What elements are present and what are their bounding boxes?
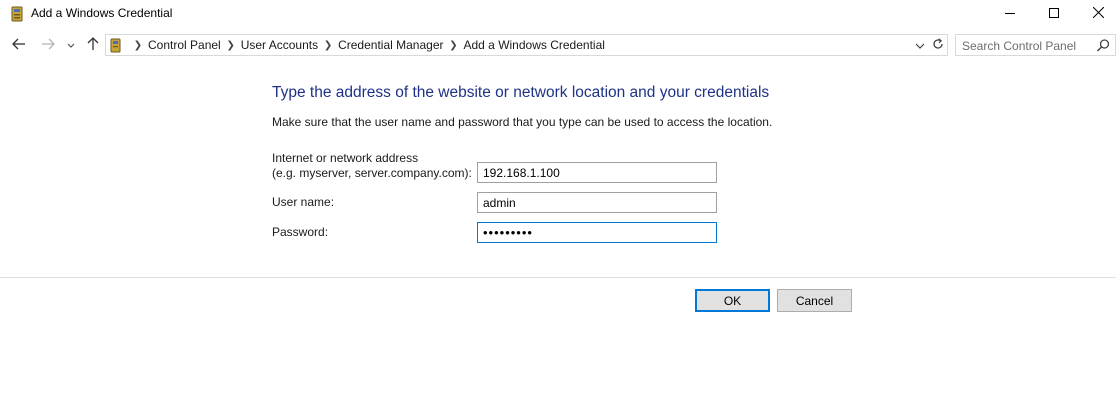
back-arrow-icon: [12, 38, 26, 53]
page-title: Type the address of the website or netwo…: [272, 84, 770, 101]
breadcrumb-separator-icon[interactable]: ❯: [128, 40, 148, 51]
breadcrumb-separator-icon[interactable]: ❯: [444, 40, 464, 51]
maximize-button[interactable]: [1031, 0, 1077, 28]
instruction-text: Make sure that the user name and passwor…: [272, 115, 773, 129]
forward-arrow-icon: [41, 38, 55, 53]
breadcrumb-add-windows-credential[interactable]: Add a Windows Credential: [464, 38, 605, 52]
navigation-bar: ❯ Control Panel ❯ User Accounts ❯ Creden…: [0, 30, 1116, 60]
breadcrumb-separator-icon[interactable]: ❯: [318, 40, 338, 51]
back-button[interactable]: [10, 36, 28, 54]
close-icon: [1092, 6, 1104, 21]
chevron-down-icon: [915, 38, 925, 52]
address-label-line1: Internet or network address: [272, 151, 419, 165]
minimize-button[interactable]: [987, 0, 1033, 28]
up-button[interactable]: [84, 36, 102, 54]
search-input[interactable]: [962, 38, 1090, 53]
breadcrumb-separator-icon[interactable]: ❯: [221, 40, 241, 51]
address-bar[interactable]: ❯ Control Panel ❯ User Accounts ❯ Creden…: [105, 34, 948, 56]
breadcrumb-credential-manager[interactable]: Credential Manager: [338, 38, 443, 52]
refresh-button[interactable]: [929, 36, 947, 54]
breadcrumb-user-accounts[interactable]: User Accounts: [241, 38, 318, 52]
control-panel-icon: [109, 38, 122, 53]
password-field[interactable]: [477, 222, 717, 243]
minimize-icon: [1005, 7, 1015, 21]
refresh-icon: [932, 37, 944, 53]
maximize-icon: [1049, 7, 1059, 21]
address-history-button[interactable]: [911, 36, 929, 54]
title-bar: Add a Windows Credential: [0, 0, 1116, 28]
window-title: Add a Windows Credential: [31, 6, 173, 20]
recent-locations-button[interactable]: [64, 36, 78, 54]
up-arrow-icon: [87, 36, 99, 54]
password-label: Password:: [272, 225, 329, 239]
address-label-line2: (e.g. myserver, server.company.com):: [272, 166, 472, 180]
username-label: User name:: [272, 195, 335, 209]
search-box[interactable]: [955, 34, 1116, 56]
cancel-button[interactable]: Cancel: [777, 289, 852, 312]
address-label: Internet or network address (e.g. myserv…: [272, 151, 472, 181]
ok-button[interactable]: OK: [695, 289, 770, 312]
close-button[interactable]: [1075, 0, 1116, 28]
breadcrumb: ❯ Control Panel ❯ User Accounts ❯ Creden…: [128, 38, 605, 52]
network-address-field[interactable]: [477, 162, 717, 183]
breadcrumb-control-panel[interactable]: Control Panel: [148, 38, 221, 52]
username-field[interactable]: [477, 192, 717, 213]
search-icon[interactable]: [1096, 38, 1111, 53]
credential-manager-icon: [10, 6, 24, 22]
forward-button[interactable]: [39, 36, 57, 54]
chevron-down-icon: [67, 38, 75, 52]
divider: [0, 277, 1116, 278]
